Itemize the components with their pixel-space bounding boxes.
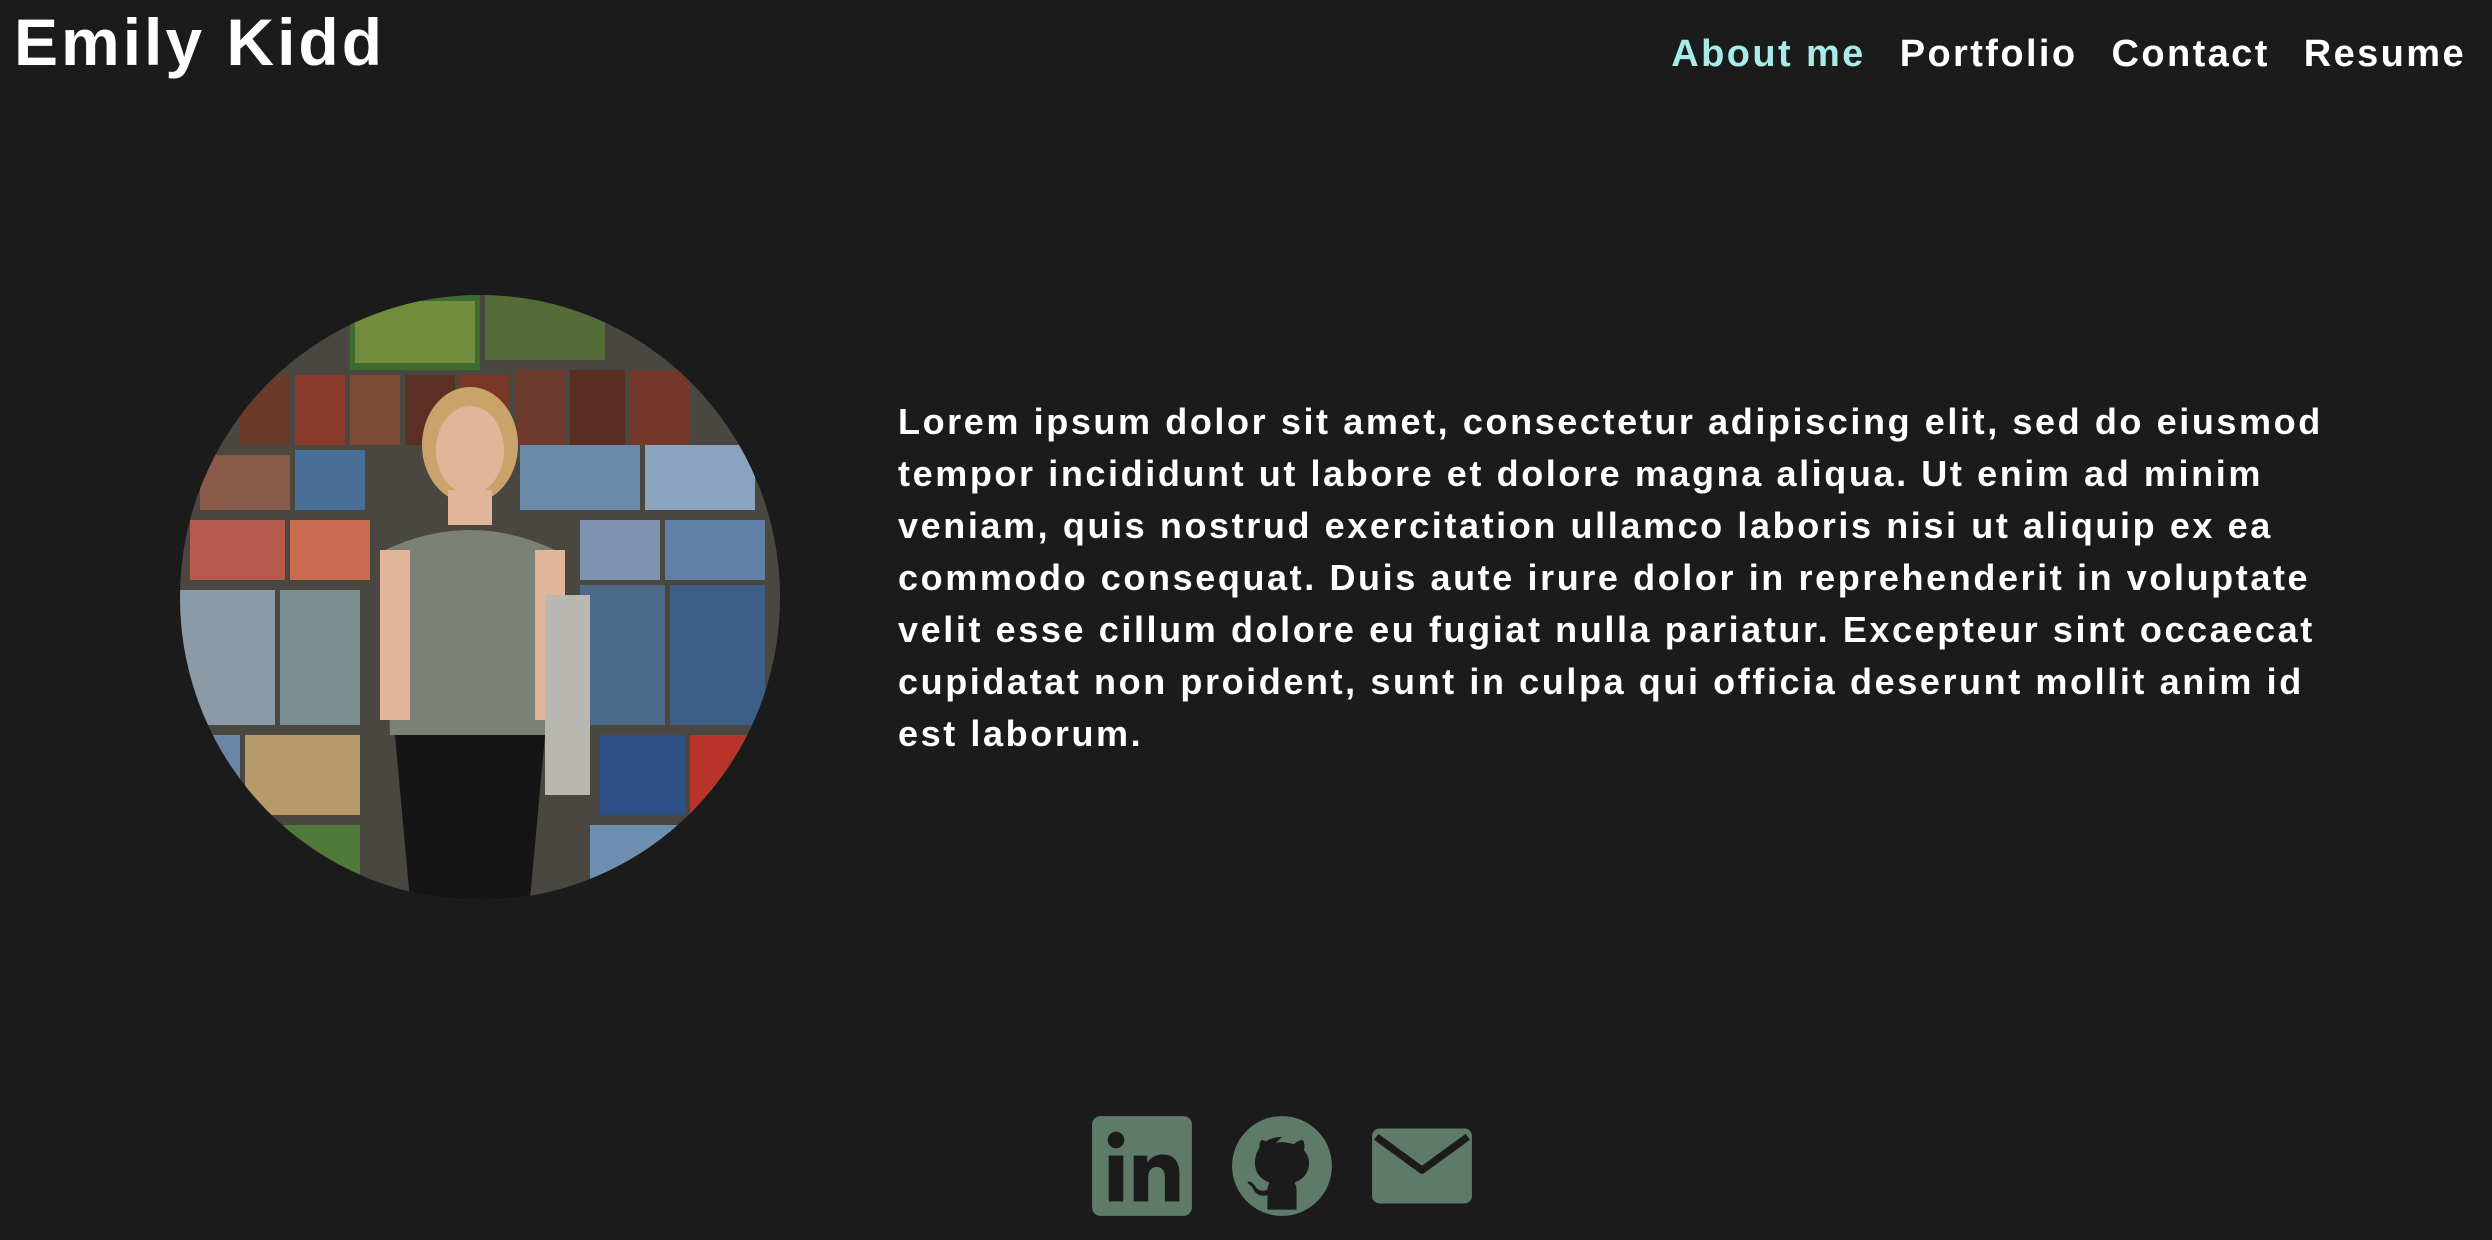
about-bio: Lorem ipsum dolor sit amet, consectetur … xyxy=(898,401,2323,754)
page: Emily Kidd About me Portfolio Contact Re… xyxy=(0,0,2492,1240)
nav-resume[interactable]: Resume xyxy=(2304,28,2466,80)
linkedin-icon xyxy=(1092,1116,1192,1216)
site-title[interactable]: Emily Kidd xyxy=(14,4,385,80)
linkedin-link[interactable] xyxy=(1090,1114,1194,1218)
nav-portfolio[interactable]: Portfolio xyxy=(1900,28,2078,80)
nav-contact[interactable]: Contact xyxy=(2112,28,2270,80)
profile-photo-illustration xyxy=(180,295,780,900)
social-links xyxy=(1090,1114,1474,1218)
github-icon xyxy=(1232,1116,1332,1216)
nav-about-me[interactable]: About me xyxy=(1671,28,1865,80)
email-link[interactable] xyxy=(1370,1114,1474,1218)
profile-photo xyxy=(180,295,780,900)
github-link[interactable] xyxy=(1230,1114,1334,1218)
email-icon xyxy=(1372,1128,1472,1204)
main-nav: About me Portfolio Contact Resume xyxy=(1671,28,2466,80)
